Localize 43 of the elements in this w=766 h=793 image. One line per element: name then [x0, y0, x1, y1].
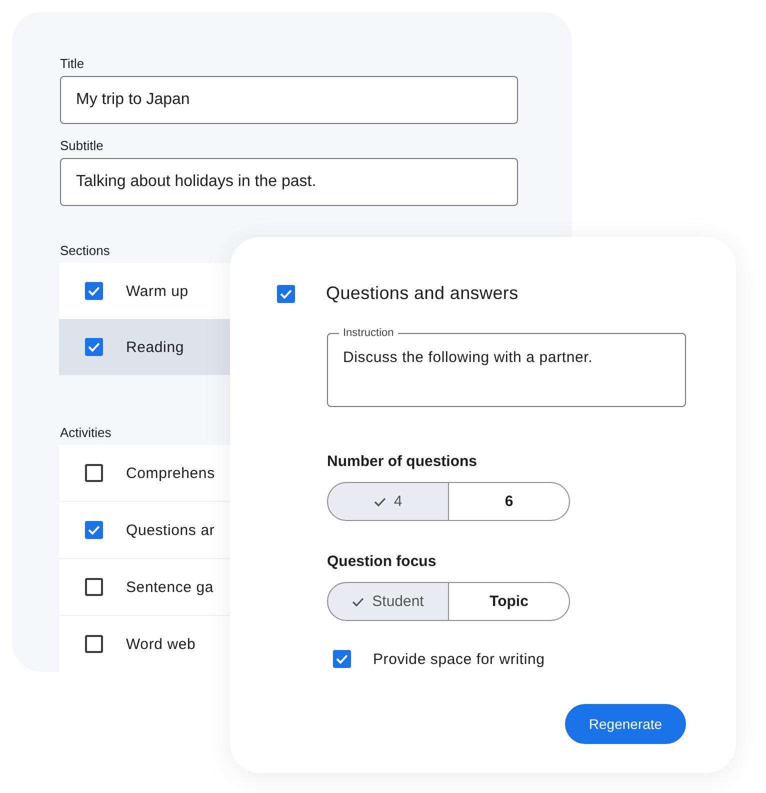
activity-row[interactable]: Comprehens: [59, 445, 230, 501]
section-name: Warm up: [126, 282, 188, 300]
section-label: Sections: [60, 243, 111, 258]
segment-option[interactable]: Topic: [448, 582, 570, 621]
checkbox[interactable]: [85, 282, 103, 300]
section-label: Activities: [60, 425, 112, 440]
activity-name: Word web: [126, 636, 196, 652]
section-row[interactable]: Warm up: [59, 263, 230, 319]
checkbox[interactable]: [85, 464, 103, 482]
check-icon: [374, 496, 386, 506]
check-icon: [336, 654, 348, 664]
checkbox[interactable]: [277, 284, 295, 302]
segment-option[interactable]: 4: [327, 482, 449, 521]
check-icon: [280, 288, 292, 298]
check-icon: [88, 342, 100, 352]
checkbox[interactable]: [85, 338, 103, 356]
instruction-field[interactable]: Instruction Discuss the following with a partner.: [327, 327, 686, 407]
activity-row[interactable]: Word web: [59, 616, 230, 672]
check-icon: [88, 525, 100, 535]
section-name: Reading: [126, 338, 184, 356]
activity-name: Sentence ga: [126, 578, 214, 596]
subtitle-field[interactable]: Talking about holidays in the past.: [60, 158, 518, 206]
activity-name: Questions ar: [126, 522, 215, 538]
check-icon: [88, 286, 100, 296]
card-title: Questions and answers: [326, 283, 518, 304]
checkbox[interactable]: [85, 635, 103, 653]
field-label: Title: [60, 56, 86, 71]
section-row[interactable]: Reading: [59, 319, 230, 375]
segment-option[interactable]: 6: [448, 482, 570, 521]
field-label: Subtitle: [60, 138, 104, 153]
title-field[interactable]: My trip to Japan: [60, 76, 518, 124]
segment-option[interactable]: Student: [327, 582, 449, 621]
group-label: Question focus: [327, 553, 438, 570]
checkbox[interactable]: [85, 578, 103, 596]
check-icon: [352, 596, 364, 606]
activity-name: Comprehens: [126, 464, 215, 482]
activity-row[interactable]: Sentence ga: [59, 559, 230, 615]
group-label: Number of questions: [327, 453, 478, 470]
regenerate-button[interactable]: Regenerate: [565, 704, 686, 744]
activity-row[interactable]: Questions ar: [59, 502, 230, 558]
checkbox[interactable]: [85, 521, 103, 539]
option-label: Provide space for writing: [373, 650, 545, 668]
checkbox[interactable]: [333, 650, 351, 668]
